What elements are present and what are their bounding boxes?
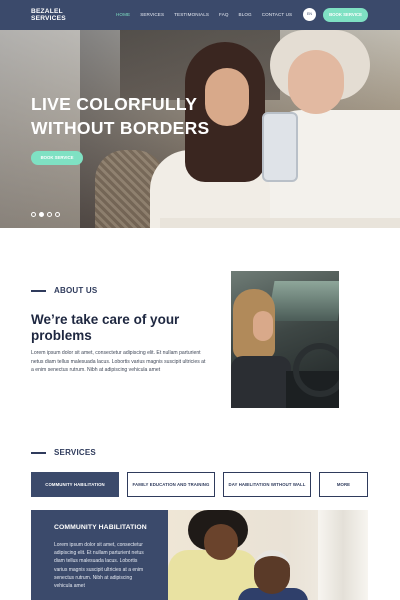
language-switcher[interactable]: EN — [303, 8, 316, 21]
nav-home[interactable]: HOME — [116, 12, 130, 17]
about-photo-driver — [231, 271, 339, 408]
services-section-label: SERVICES — [54, 448, 96, 457]
about-photo-body — [231, 356, 291, 408]
service-photo-elder-head — [254, 550, 290, 594]
slider-dot[interactable] — [31, 212, 36, 217]
about-section-label: ABOUT US — [54, 286, 98, 295]
about-heading-line-2: problems — [31, 328, 92, 343]
nav-blog[interactable]: BLOG — [239, 12, 252, 17]
service-photo-curtain — [318, 510, 368, 600]
about-photo-window — [267, 281, 339, 321]
tab-community-habilitation[interactable]: COMMUNITY HABILITATION — [31, 472, 119, 497]
service-panel-text: Lorem ipsum dolor sit amet, consectetur … — [54, 542, 144, 590]
slider-dot-active[interactable] — [39, 212, 44, 217]
about-photo-face — [253, 311, 273, 341]
logo-line-1: BEZALEL — [31, 8, 63, 15]
about-divider — [31, 290, 46, 292]
hero-book-service-button[interactable]: BOOK SERVICE — [31, 151, 83, 165]
slider-dot[interactable] — [55, 212, 60, 217]
tab-more[interactable]: MORE — [319, 472, 368, 497]
main-nav: HOME SERVICES TESTIMONIALS FAQ BLOG CONT… — [116, 12, 302, 17]
nav-faq[interactable]: FAQ — [219, 12, 229, 17]
hero-photo-phone — [262, 112, 298, 182]
logo-line-2: SERVICES — [31, 15, 66, 22]
slider-dot[interactable] — [47, 212, 52, 217]
services-divider — [31, 452, 46, 454]
hero-photo-table — [160, 218, 400, 228]
tab-day-habilitation[interactable]: DAY HABILITATION WITHOUT WALL — [223, 472, 311, 497]
slider-dots — [31, 212, 60, 217]
nav-services[interactable]: SERVICES — [140, 12, 164, 17]
service-panel: COMMUNITY HABILITATION Lorem ipsum dolor… — [31, 510, 168, 600]
nav-testimonials[interactable]: TESTIMONIALS — [174, 12, 209, 17]
site-header: BEZALEL SERVICES HOME SERVICES TESTIMONI… — [0, 0, 400, 30]
header-book-service-button[interactable]: BOOK SERVICE — [323, 8, 368, 22]
about-photo-steering-wheel — [293, 343, 339, 397]
about-heading: We’re take care of your problems — [31, 312, 211, 344]
hero-photo-woman-face — [288, 50, 344, 114]
brand-logo[interactable]: BEZALEL SERVICES — [31, 8, 91, 22]
hero-title: LIVE COLORFULLY WITHOUT BORDERS — [31, 92, 221, 140]
hero-title-line-1: LIVE COLORFULLY — [31, 94, 198, 114]
service-photo — [168, 510, 368, 600]
about-heading-line-1: We’re take care of your — [31, 312, 180, 327]
tab-family-education[interactable]: FAMILY EDUCATION AND TRAINING — [127, 472, 215, 497]
nav-contact-us[interactable]: CONTACT US — [262, 12, 292, 17]
hero-title-line-2: WITHOUT BORDERS — [31, 118, 210, 138]
service-photo-caregiver-face — [204, 524, 238, 560]
hero-banner: LIVE COLORFULLY WITHOUT BORDERS BOOK SER… — [0, 30, 400, 228]
service-panel-title: COMMUNITY HABILITATION — [54, 524, 147, 531]
about-description: Lorem ipsum dolor sit amet, consectetur … — [31, 350, 206, 374]
